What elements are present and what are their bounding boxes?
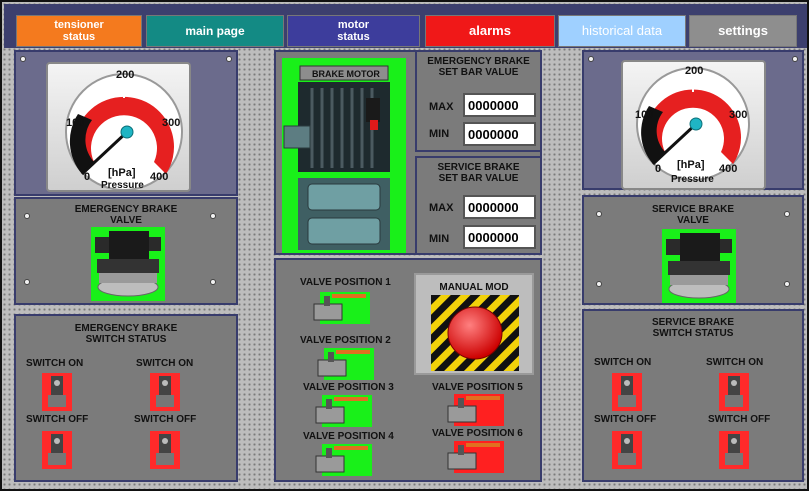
switch-label: SWITCH OFF [708,414,771,425]
emergency-set-bar-title: EMERGENCY BRAKE SET BAR VALUE [427,56,530,78]
rivet [20,56,26,62]
limit-switch-icon [719,431,749,469]
limit-switch-icon [150,373,180,411]
switch-label: SWITCH ON [706,357,764,368]
manual-mode-box: MANUAL MOD [414,273,534,375]
rivet [588,56,594,62]
emergency-brake-valve-panel: EMERGENCY BRAKE VALVE [14,197,238,305]
top-nav-bar: tensioner status main page motor status … [4,4,807,48]
right-gauge-panel: 200 100 300 0 400 [hPa] Pressure [582,50,804,190]
switch-label: SWITCH OFF [594,414,657,425]
gauge-tick-300: 300 [162,117,180,129]
limit-switch-icon [612,373,642,411]
gauge-tick-400: 400 [719,163,737,175]
ball-valve-icon[interactable] [446,441,504,473]
rivet [210,213,216,219]
emergency-min-input[interactable]: 0000000 [463,122,536,146]
tab-historical-data[interactable]: historical data [558,15,686,47]
switch-label: SWITCH ON [594,357,652,368]
service-set-bar-box: SERVICE BRAKE SET BAR VALUE MAX MIN 0000… [415,156,540,253]
rivet [226,56,232,62]
rivet [784,211,790,217]
valve-position-5-label: VALVE POSITION 5 [432,382,523,393]
gauge-unit: [hPa] [108,167,136,179]
emergency-brake-switch-panel: EMERGENCY BRAKE SWITCH STATUS SWITCH ON … [14,314,238,482]
ball-valve-icon[interactable] [314,444,372,476]
tab-motor-status[interactable]: motor status [287,15,420,47]
valve-position-1-label: VALVE POSITION 1 [300,277,391,288]
rivet [784,281,790,287]
emergency-brake-switch-title: EMERGENCY BRAKE SWITCH STATUS [74,323,178,345]
rivet [210,279,216,285]
ball-valve-icon[interactable] [312,292,370,324]
valve-positions-panel: VALVE POSITION 1 VALVE POSITION 2 VALVE … [274,258,542,482]
switch-label: SWITCH OFF [134,414,197,425]
min-label: MIN [429,233,450,245]
gauge-dial: 200 100 300 0 400 [hPa] Pressure [65,69,183,190]
limit-switch-icon [719,373,749,411]
gauge-name: Pressure [671,174,714,185]
solenoid-valve-icon[interactable] [91,227,165,301]
left-pressure-gauge: 200 100 300 0 400 [hPa] Pressure [46,62,191,192]
switch-label: SWITCH ON [26,358,84,369]
rivet [596,281,602,287]
rivet [24,213,30,219]
valve-position-3-label: VALVE POSITION 3 [303,382,394,393]
max-label: MAX [429,101,454,113]
gauge-unit: [hPa] [677,159,705,171]
tab-alarms[interactable]: alarms [425,15,555,47]
ball-valve-icon[interactable] [314,395,372,427]
max-label: MAX [429,202,454,214]
switch-label: SWITCH ON [136,358,194,369]
switch-label: SWITCH OFF [26,414,89,425]
right-pressure-gauge: 200 100 300 0 400 [hPa] Pressure [621,60,766,190]
valve-position-2-label: VALVE POSITION 2 [300,335,391,346]
limit-switch-icon [42,431,72,469]
manual-mode-label: MANUAL MOD [439,282,509,293]
limit-switch-icon [42,373,72,411]
limit-switch-icon [612,431,642,469]
gauge-tick-100: 100 [635,109,653,121]
service-set-bar-title: SERVICE BRAKE SET BAR VALUE [437,162,520,184]
service-max-input[interactable]: 0000000 [463,195,536,219]
brake-motor-panel: BRAKE MOTOR EMERGENCY BRAKE SET BAR VALU… [274,50,542,255]
rivet [792,56,798,62]
gauge-name: Pressure [101,180,144,190]
solenoid-valve-icon[interactable] [662,229,736,303]
emergency-set-bar-box: EMERGENCY BRAKE SET BAR VALUE MAX MIN 00… [415,52,540,152]
brake-motor-icon[interactable]: BRAKE MOTOR [282,58,406,253]
service-min-input[interactable]: 0000000 [463,225,536,249]
service-brake-switch-panel: SERVICE BRAKE SWITCH STATUS SWITCH ON SW… [582,309,804,482]
left-gauge-panel: 200 100 300 0 400 [hPa] Pressure [14,50,238,196]
gauge-tick-200: 200 [116,69,134,81]
brake-motor-title: BRAKE MOTOR [312,69,380,79]
rivet [24,279,30,285]
emergency-brake-valve-title: EMERGENCY BRAKE VALVE [74,204,178,226]
gauge-tick-0: 0 [84,171,90,183]
service-brake-valve-panel: SERVICE BRAKE VALVE [582,195,804,305]
emergency-stop-button[interactable] [431,295,519,371]
tab-tensioner-status[interactable]: tensioner status [16,15,142,47]
service-brake-valve-title: SERVICE BRAKE VALVE [651,204,735,226]
emergency-max-input[interactable]: 0000000 [463,93,536,117]
gauge-dial: 200 100 300 0 400 [hPa] Pressure [635,65,750,185]
gauge-tick-0: 0 [655,163,661,175]
min-label: MIN [429,128,450,140]
limit-switch-icon [150,431,180,469]
ball-valve-icon[interactable] [316,348,374,380]
gauge-tick-300: 300 [729,109,747,121]
service-brake-switch-title: SERVICE BRAKE SWITCH STATUS [651,317,735,339]
hmi-screen: tensioner status main page motor status … [0,0,809,491]
rivet [596,211,602,217]
valve-position-4-label: VALVE POSITION 4 [303,431,394,442]
tab-settings[interactable]: settings [689,15,797,47]
ball-valve-icon[interactable] [446,394,504,426]
gauge-tick-200: 200 [685,65,703,77]
gauge-tick-400: 400 [150,171,168,183]
gauge-tick-100: 100 [66,117,84,129]
valve-position-6-label: VALVE POSITION 6 [432,428,523,439]
tab-main-page[interactable]: main page [146,15,284,47]
